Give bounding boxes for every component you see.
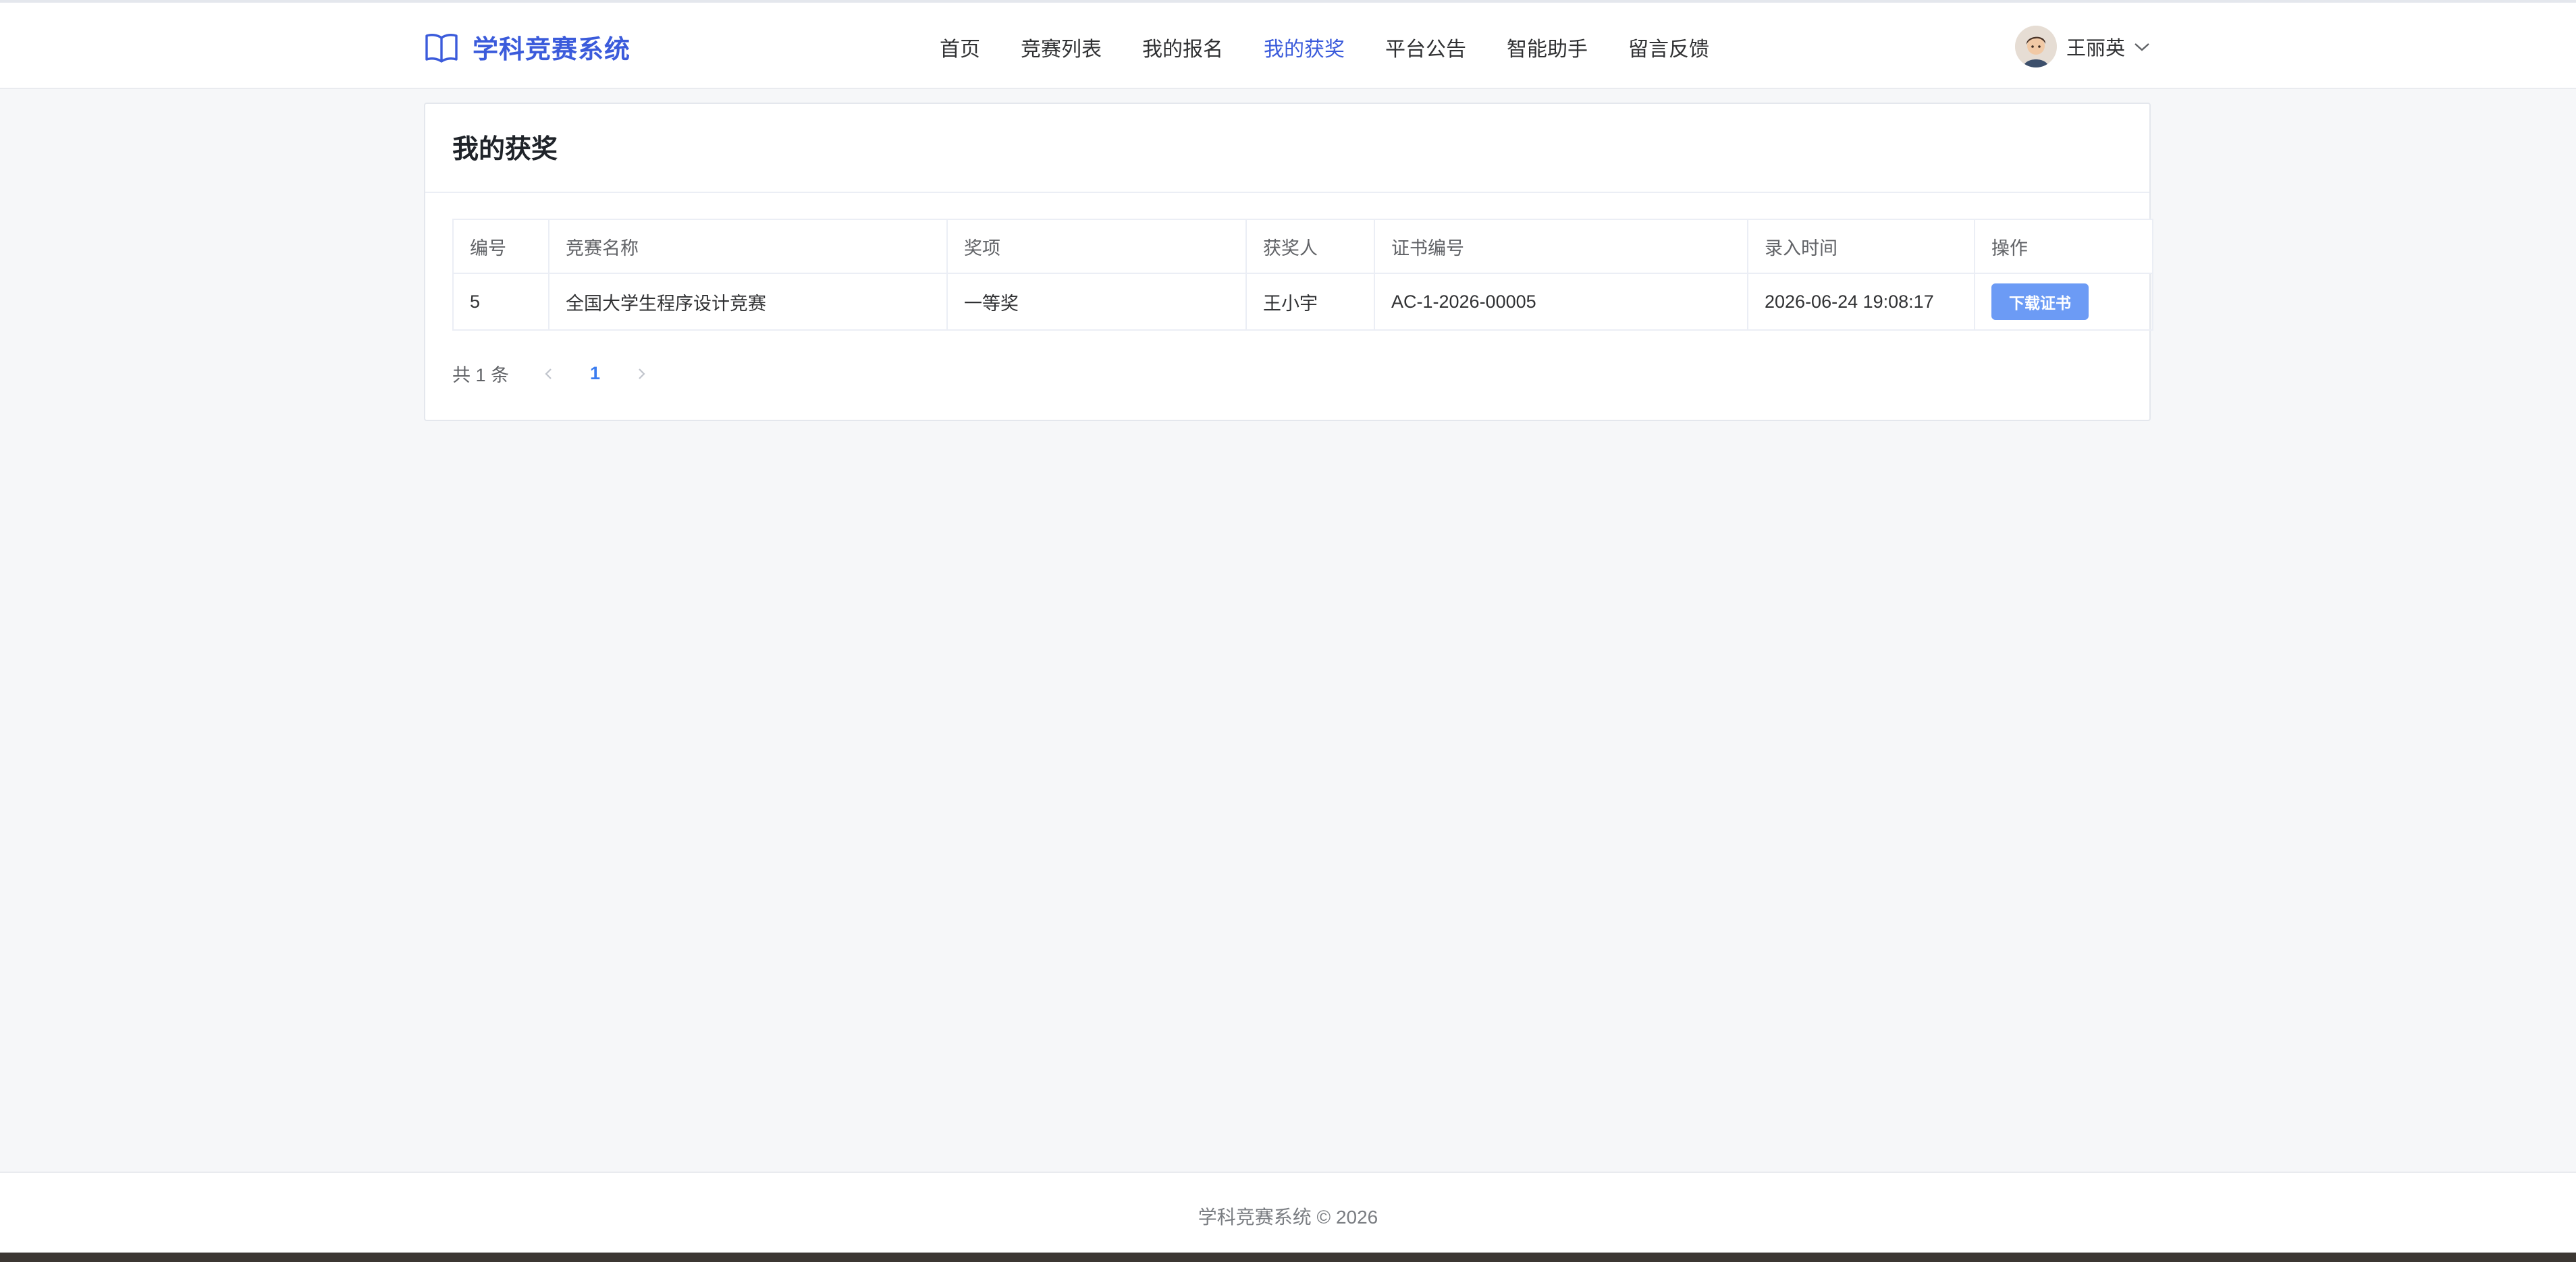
desktop-background-strip bbox=[0, 1253, 2576, 1262]
col-header-entry-time: 录入时间 bbox=[1747, 219, 1975, 274]
col-header-winner: 获奖人 bbox=[1245, 219, 1375, 274]
cell-certificate-no: AC-1-2026-00005 bbox=[1374, 273, 1748, 331]
page-title: 我的获奖 bbox=[452, 135, 558, 164]
page-footer: 学科竞赛系统 © 2026 bbox=[0, 1172, 2576, 1253]
avatar[interactable] bbox=[2015, 26, 2057, 67]
col-header-competition: 竞赛名称 bbox=[548, 219, 948, 274]
awards-table: 编号 竞赛名称 奖项 获奖人 证书编号 录入时间 操作 5 全国大学生程序设计竞… bbox=[452, 219, 2153, 331]
cell-actions: 下载证书 bbox=[1974, 273, 2153, 331]
chevron-right-icon[interactable] bbox=[634, 366, 649, 382]
main-nav: 首页 竞赛列表 我的报名 我的获奖 平台公告 智能助手 留言反馈 bbox=[940, 32, 1750, 62]
nav-item-competitions[interactable]: 竞赛列表 bbox=[1021, 32, 1102, 62]
nav-item-my-registrations[interactable]: 我的报名 bbox=[1142, 32, 1223, 62]
book-icon bbox=[424, 31, 459, 63]
chevron-left-icon[interactable] bbox=[541, 366, 556, 382]
cell-id: 5 bbox=[452, 273, 549, 331]
download-certificate-button[interactable]: 下载证书 bbox=[1991, 283, 2089, 320]
table-header-row: 编号 竞赛名称 奖项 获奖人 证书编号 录入时间 操作 bbox=[452, 219, 2153, 274]
cell-entry-time: 2026-06-24 19:08:17 bbox=[1747, 273, 1975, 331]
chevron-down-icon[interactable] bbox=[2133, 40, 2151, 53]
awards-card: 我的获奖 编号 竞赛名称 奖项 获奖人 证书编号 录入时间 操作 5 全国大学生… bbox=[424, 103, 2153, 421]
nav-item-my-awards[interactable]: 我的获奖 bbox=[1264, 32, 1345, 62]
nav-item-home[interactable]: 首页 bbox=[940, 32, 980, 62]
pagination-total: 共 1 条 bbox=[452, 365, 510, 385]
col-header-id: 编号 bbox=[452, 219, 549, 274]
col-header-actions: 操作 bbox=[1974, 219, 2153, 274]
user-name: 王丽英 bbox=[2066, 38, 2126, 59]
app-title: 学科竞赛系统 bbox=[473, 36, 631, 64]
user-menu[interactable]: 王丽英 bbox=[2015, 26, 2151, 67]
card-header: 我的获奖 bbox=[425, 104, 2149, 193]
col-header-certificate-no: 证书编号 bbox=[1374, 219, 1748, 274]
cell-winner: 王小宇 bbox=[1245, 273, 1375, 331]
col-header-award: 奖项 bbox=[946, 219, 1247, 274]
cell-competition: 全国大学生程序设计竞赛 bbox=[548, 273, 948, 331]
pagination: 共 1 条 1 bbox=[452, 360, 649, 387]
app-logo[interactable]: 学科竞赛系统 bbox=[424, 28, 630, 65]
pagination-page-1[interactable]: 1 bbox=[590, 363, 600, 384]
table-row: 5 全国大学生程序设计竞赛 一等奖 王小宇 AC-1-2026-00005 20… bbox=[452, 273, 2153, 331]
nav-item-assistant[interactable]: 智能助手 bbox=[1507, 32, 1588, 62]
nav-item-announcements[interactable]: 平台公告 bbox=[1385, 32, 1466, 62]
nav-item-feedback[interactable]: 留言反馈 bbox=[1628, 32, 1709, 62]
top-navbar: 学科竞赛系统 首页 竞赛列表 我的报名 我的获奖 平台公告 智能助手 留言反馈 … bbox=[0, 3, 2576, 89]
cell-award: 一等奖 bbox=[946, 273, 1247, 331]
footer-copyright: 学科竞赛系统 © 2026 bbox=[1198, 1207, 1378, 1228]
